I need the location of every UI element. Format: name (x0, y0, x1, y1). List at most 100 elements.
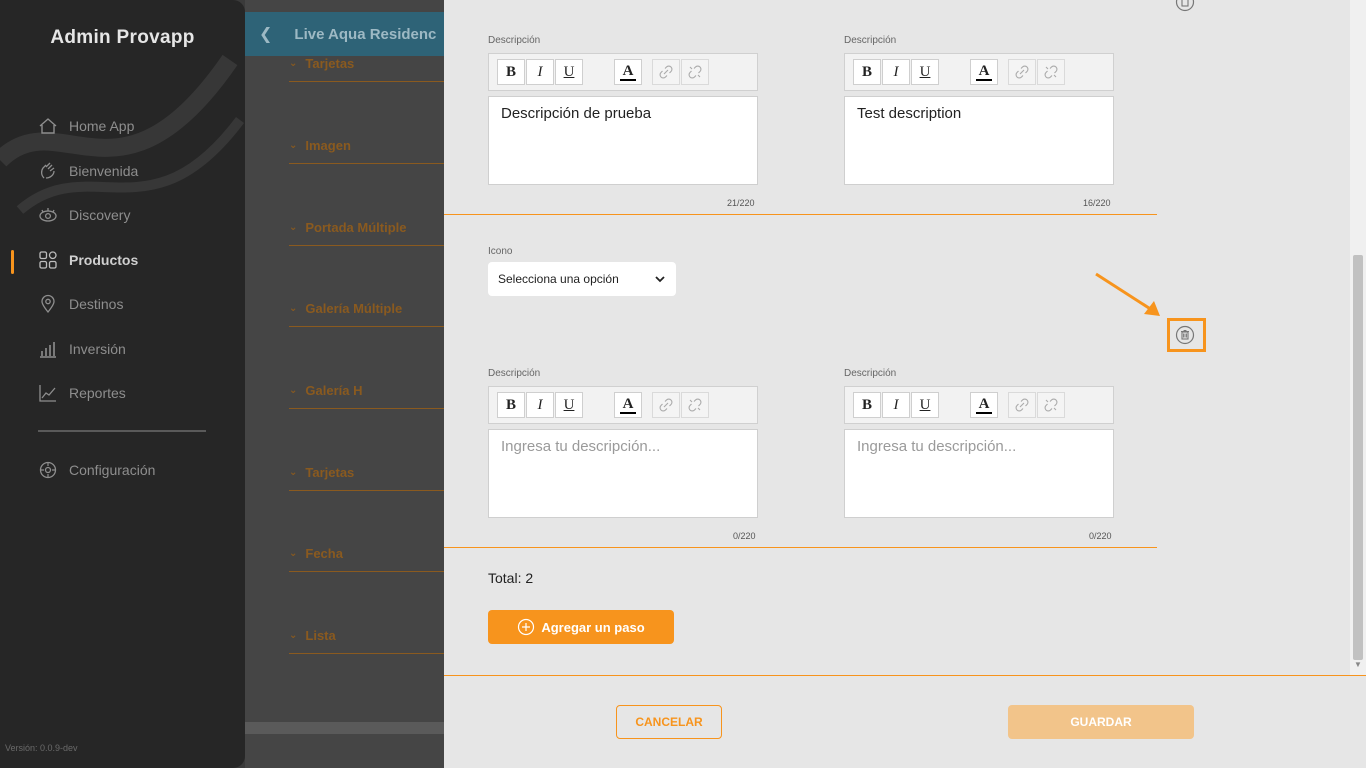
underline-button[interactable]: U (911, 59, 939, 85)
link-icon (1015, 398, 1029, 412)
bg-section[interactable]: ⌄ Fecha (289, 546, 449, 572)
chevron-down-icon: ⌄ (289, 303, 298, 314)
nav-item-destinos[interactable]: Destinos (38, 292, 123, 316)
nav-label: Inversión (69, 341, 126, 357)
link-icon (659, 398, 673, 412)
nav-item-home-app[interactable]: Home App (38, 114, 134, 138)
back-chevron-icon[interactable]: ❮ (259, 24, 272, 44)
italic-button[interactable]: I (882, 392, 910, 418)
nav-label: Discovery (69, 207, 131, 223)
plus-circle-icon (518, 618, 535, 636)
italic-button[interactable]: I (526, 392, 554, 418)
home-icon (39, 118, 57, 134)
char-counter: 16/220 (1083, 198, 1111, 208)
bold-button[interactable]: B (853, 59, 881, 85)
nav-item-discovery[interactable]: Discovery (38, 203, 130, 227)
nav-item-reportes[interactable]: Reportes (38, 381, 126, 405)
scroll-down-arrow[interactable]: ▼ (1353, 660, 1363, 670)
editor-toolbar: B I U A (844, 53, 1114, 91)
location-pin-icon (41, 294, 55, 314)
unlink-icon (688, 398, 702, 412)
annotation-arrow (1095, 272, 1160, 316)
link-button[interactable] (652, 59, 680, 85)
italic-button[interactable]: I (882, 59, 910, 85)
grid-icon (39, 251, 57, 269)
description-en-label: Descripción (844, 35, 897, 46)
text-color-button[interactable]: A (970, 59, 998, 85)
bg-section[interactable]: ⌄ Tarjetas (289, 465, 449, 491)
line-chart-icon (39, 385, 56, 402)
description-en-editor: B I U A Test description (844, 53, 1114, 185)
description-en-textarea[interactable]: Test description (844, 96, 1114, 185)
underline-button[interactable]: U (555, 59, 583, 85)
modal-scrollbar[interactable]: ▼ (1350, 0, 1366, 675)
nav-label: Configuración (69, 462, 156, 478)
nav-label: Destinos (69, 296, 124, 312)
chevron-down-icon: ⌄ (289, 385, 298, 396)
bold-button[interactable]: B (497, 59, 525, 85)
bg-section[interactable]: ⌄ Tarjetas (289, 56, 449, 82)
trash-icon[interactable] (1175, 0, 1195, 12)
char-counter: 0/220 (1089, 531, 1112, 541)
link-button[interactable] (1008, 59, 1036, 85)
nav-label: Bienvenida (69, 163, 139, 179)
text-color-button[interactable]: A (614, 392, 642, 418)
editor-toolbar: B I U A (488, 386, 758, 424)
active-indicator (11, 250, 14, 274)
unlink-button[interactable] (1037, 59, 1065, 85)
unlink-button[interactable] (681, 59, 709, 85)
unlink-button[interactable] (681, 392, 709, 418)
link-icon (1015, 65, 1029, 79)
icon-select[interactable]: Selecciona una opción (488, 262, 676, 296)
gear-icon (39, 461, 57, 479)
nav-item-productos[interactable]: Productos (38, 248, 138, 272)
chevron-down-icon: ⌄ (289, 140, 298, 151)
italic-button[interactable]: I (526, 59, 554, 85)
description-es-editor: B I U A Ingresa tu descripción... (488, 386, 758, 518)
underline-button[interactable]: U (911, 392, 939, 418)
description-es-textarea[interactable]: Descripción de prueba (488, 96, 758, 185)
unlink-button[interactable] (1037, 392, 1065, 418)
description-en-editor: B I U A Ingresa tu descripción... (844, 386, 1114, 518)
bg-section[interactable]: ⌄ Imagen (289, 138, 449, 164)
link-button[interactable] (1008, 392, 1036, 418)
description-es-label: Descripción (488, 35, 541, 46)
nav-item-bienvenida[interactable]: Bienvenida (38, 159, 138, 183)
footer-separator (444, 675, 1366, 676)
bg-section[interactable]: ⌄ Portada Múltiple (289, 220, 449, 246)
bold-button[interactable]: B (853, 392, 881, 418)
cancel-button[interactable]: CANCELAR (616, 705, 722, 739)
text-color-button[interactable]: A (614, 59, 642, 85)
bg-section[interactable]: ⌄ Lista (289, 628, 449, 654)
scroll-thumb[interactable] (1353, 255, 1363, 660)
chevron-down-icon: ⌄ (289, 548, 298, 559)
wave-hand-icon (40, 162, 55, 179)
description-es-textarea[interactable]: Ingresa tu descripción... (488, 429, 758, 518)
app-title: Admin Provapp (50, 27, 195, 48)
editor-toolbar: B I U A (844, 386, 1114, 424)
bg-section[interactable]: ⌄ Galería H (289, 383, 449, 409)
sidebar: Admin Provapp Home App Bienvenida Discov… (0, 0, 245, 768)
text-color-button[interactable]: A (970, 392, 998, 418)
char-counter: 0/220 (733, 531, 756, 541)
chevron-down-icon: ⌄ (289, 222, 298, 233)
link-button[interactable] (652, 392, 680, 418)
nav-label: Reportes (69, 385, 126, 401)
steps-total: Total: 2 (488, 570, 534, 586)
background-scrollbar[interactable] (245, 722, 445, 734)
unlink-icon (688, 65, 702, 79)
nav-item-configuracion[interactable]: Configuración (38, 458, 155, 482)
bar-chart-icon (40, 342, 56, 358)
save-button[interactable]: GUARDAR (1008, 705, 1194, 739)
char-counter: 21/220 (727, 198, 755, 208)
step-separator (444, 547, 1157, 548)
add-step-button[interactable]: Agregar un paso (488, 610, 674, 644)
underline-button[interactable]: U (555, 392, 583, 418)
bg-section[interactable]: ⌄ Galería Múltiple (289, 301, 449, 327)
bold-button[interactable]: B (497, 392, 525, 418)
chevron-down-icon: ⌄ (289, 467, 298, 478)
nav-label: Productos (69, 252, 139, 268)
description-en-textarea[interactable]: Ingresa tu descripción... (844, 429, 1114, 518)
unlink-icon (1044, 398, 1058, 412)
nav-item-inversion[interactable]: Inversión (38, 337, 126, 361)
